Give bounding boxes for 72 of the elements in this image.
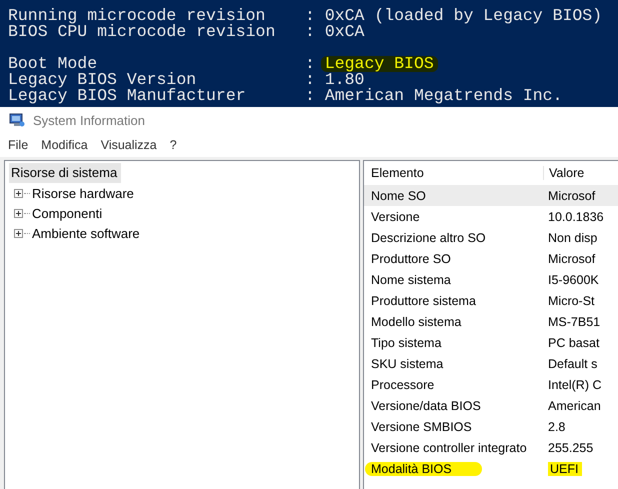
menu-item[interactable]: ? (170, 138, 177, 152)
table-row[interactable]: Processore Intel(R) C (364, 374, 618, 395)
table-cell: Modello sistema (371, 314, 462, 328)
table-cell: Produttore sistema (371, 294, 476, 308)
expand-icon[interactable] (14, 228, 23, 238)
table-row[interactable]: Modello sistema MS-7B51 (364, 311, 618, 332)
table-row[interactable]: Produttore sistema Micro-St (364, 290, 618, 311)
table-cell: Microsof (548, 252, 596, 266)
table-cell: Versione SMBIOS (371, 420, 472, 434)
table-cell: Descrizione altro SO (371, 230, 486, 244)
terminal-value: 1.80 (324, 72, 364, 88)
table-row[interactable]: Versione/data BIOS American (364, 395, 618, 416)
column-header[interactable]: Valore (543, 166, 584, 180)
terminal-label: Boot Mode (8, 56, 98, 72)
terminal-colon: : (305, 24, 316, 40)
table-cell: PC basat (548, 336, 600, 350)
table-row[interactable]: Nome SO Microsof (364, 185, 618, 206)
table-cell: SKU sistema (371, 356, 444, 370)
table-cell: 255.255 (548, 440, 594, 454)
computer-icon (9, 112, 25, 128)
table-cell: I5-9600K (548, 272, 599, 286)
menu-item[interactable]: Visualizza (100, 138, 157, 152)
table-row[interactable]: Produttore SO Microsof (364, 248, 618, 269)
table-row[interactable]: Descrizione altro SO Non disp (364, 227, 618, 248)
column-header[interactable]: Elemento (364, 166, 543, 180)
tree-item[interactable]: Ambiente software (32, 226, 140, 240)
menu-item[interactable]: File (8, 138, 28, 152)
menu-item[interactable]: Modifica (41, 138, 88, 152)
table-row[interactable]: Versione SMBIOS 2.8 (364, 416, 618, 437)
terminal-label: Running microcode revision (8, 8, 266, 24)
table-cell: Versione controller integrato (371, 440, 527, 454)
terminal-colon: : (305, 88, 316, 104)
terminal-value: 0xCA (324, 24, 364, 40)
expand-icon[interactable] (14, 188, 23, 198)
table-cell: Microsof (548, 188, 596, 202)
tree-item[interactable]: Risorse hardware (32, 186, 134, 200)
table-cell: Intel(R) C (548, 378, 602, 392)
table-row[interactable]: Nome sistema I5-9600K (364, 269, 618, 290)
table-cell: Produttore SO (371, 252, 451, 266)
table-row[interactable]: Tipo sistema PC basat (364, 332, 618, 353)
table-row[interactable]: Modalità BIOS UEFI (364, 458, 618, 479)
table-cell: UEFI (548, 462, 582, 476)
table-cell: Non disp (548, 230, 598, 244)
terminal-value: 0xCA (loaded by Legacy BIOS) (324, 8, 602, 24)
terminal-label: Legacy BIOS Manufacturer (8, 88, 247, 104)
table-cell: Versione/data BIOS (371, 398, 481, 412)
table-cell: Processore (371, 378, 434, 392)
table-cell: Nome sistema (371, 272, 451, 286)
terminal-label: BIOS CPU microcode revision (8, 24, 276, 40)
table-cell: MS-7B51 (548, 314, 600, 328)
table-row[interactable]: Versione 10.0.1836 (364, 206, 618, 227)
table-cell: Versione (371, 210, 420, 224)
terminal-colon: : (305, 72, 316, 88)
tree-item[interactable]: Componenti (32, 206, 102, 220)
table-cell: American (548, 398, 601, 412)
terminal-colon: : (305, 56, 316, 72)
table-cell: Tipo sistema (371, 336, 442, 350)
table-cell: 2.8 (548, 420, 566, 434)
expand-icon[interactable] (14, 208, 23, 218)
terminal-value: American Megatrends Inc. (324, 88, 562, 104)
tree-item[interactable]: Risorse di sistema (9, 163, 122, 183)
table-cell: Modalità BIOS (365, 462, 482, 476)
table-row[interactable]: SKU sistema Default s (364, 353, 618, 374)
terminal-colon: : (305, 8, 316, 24)
terminal-label: Legacy BIOS Version (8, 72, 196, 88)
table-cell: 10.0.1836 (548, 210, 604, 224)
window-title: System Information (33, 112, 145, 128)
table-cell: Micro-St (548, 294, 595, 308)
table-cell: Default s (548, 356, 598, 370)
table-row[interactable]: Versione controller integrato 255.255 (364, 437, 618, 458)
table-cell: Nome SO (371, 188, 426, 202)
terminal-value: Legacy BIOS (320, 56, 438, 72)
